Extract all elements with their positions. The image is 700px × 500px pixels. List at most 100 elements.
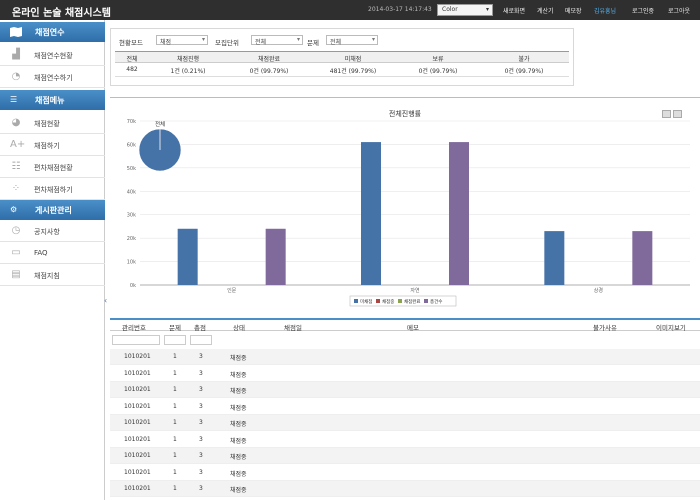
y-tick-label: 40k [127, 189, 136, 195]
table-cell: 1010201 [124, 402, 151, 410]
filter-id-input[interactable] [112, 335, 160, 345]
table-row[interactable]: 1010201 1 3 채점중 [110, 481, 700, 497]
filter-question-input[interactable] [164, 335, 186, 345]
scatter-icon: ⁘ [11, 183, 21, 194]
chevron-down-icon: ▾ [371, 36, 375, 43]
stats-header-cell: 보류 [432, 56, 444, 63]
col-header-image[interactable]: 이미지보기 [656, 322, 686, 332]
legend-label[interactable]: 총건수 [430, 298, 442, 305]
col-header-memo[interactable]: 메모 [407, 322, 419, 332]
sidebar-section-board[interactable]: ⚙ 게시판관리 [0, 200, 105, 220]
stats-header-cell: 전체 [126, 56, 138, 63]
col-header-date[interactable]: 채점일 [284, 322, 302, 332]
table-row[interactable]: 1010201 1 3 채점중 [110, 349, 700, 365]
sidebar-item-training-status[interactable]: ▟ 채점연수현황 [0, 44, 105, 66]
table-cell: 1 [173, 485, 177, 492]
bar-0-3[interactable] [265, 228, 286, 285]
y-tick-label: 70k [127, 119, 136, 125]
stats-header-cell: 불가 [518, 56, 530, 63]
y-tick-label: 10k [127, 260, 136, 266]
table-cell: 채점중 [230, 454, 247, 461]
table-cell: 1 [173, 468, 177, 476]
sidebar-item-guidelines[interactable]: ▤ 채점지침 [0, 264, 105, 286]
table-cell: 채점중 [230, 355, 247, 362]
print-icon[interactable] [662, 110, 671, 118]
collapse-sidebar-icon[interactable]: ‹ [104, 296, 107, 305]
mode-select[interactable]: 채점 ▾ [156, 35, 208, 46]
table-cell: 1010201 [124, 452, 151, 459]
table-cell: 채점중 [230, 404, 247, 412]
sidebar-item-do-deviation[interactable]: ⁘ 편차채점하기 [0, 178, 105, 200]
x-tick-label: 상경 [594, 287, 603, 294]
sidebar-item-notice[interactable]: ◷ 공지사항 [0, 220, 105, 242]
unit-select[interactable]: 전체 ▾ [251, 35, 303, 46]
sidebar-item-label: 편차채점현황 [34, 164, 73, 172]
chevron-down-icon: ▾ [296, 36, 300, 43]
color-select-value: Color [442, 6, 458, 13]
col-header-status[interactable]: 상태 [233, 322, 245, 332]
bar-0-0[interactable] [177, 228, 198, 285]
question-select[interactable]: 전체 ▾ [326, 35, 378, 46]
col-header-reason[interactable]: 불가사유 [593, 322, 617, 332]
x-tick-label: 자연 [410, 287, 420, 294]
mode-label: 현황모드 [119, 39, 143, 47]
table-cell: 1010201 [124, 386, 151, 393]
legend-label[interactable]: 채점완료 [404, 298, 421, 305]
sidebar-section-label: 채점연수 [35, 28, 65, 37]
sidebar-item-faq[interactable]: ▭ FAQ [0, 242, 105, 264]
legend-label[interactable]: 미채점 [360, 298, 372, 305]
logout-link[interactable]: 로그아웃 [668, 6, 690, 15]
legend-label[interactable]: 채점중 [382, 298, 394, 305]
table-row[interactable]: 1010201 1 3 채점중 [110, 448, 700, 464]
notepad-link[interactable]: 메모장 [565, 6, 582, 15]
col-header-score[interactable]: 총점 [194, 322, 206, 332]
table-cell: 3 [199, 353, 203, 360]
stats-unavailable: 0건 (99.79%) [504, 68, 544, 75]
top-bar: 온라인 논술 채점시스템 2014-03-17 14:17:43 Color ▾… [0, 0, 700, 20]
table-row[interactable]: 1010201 1 3 채점중 [110, 465, 700, 481]
bar-2-3[interactable] [632, 231, 653, 285]
table-cell: 채점중 [230, 371, 247, 379]
sidebar-item-label: 공지사항 [34, 228, 60, 236]
color-select[interactable]: Color ▾ [437, 4, 493, 16]
pie-label: 전체 [155, 120, 165, 128]
sidebar-item-label: 채점현황 [34, 120, 60, 128]
bar-1-3[interactable] [449, 142, 469, 285]
table-row[interactable]: 1010201 1 3 채점중 [110, 415, 700, 431]
sidebar-item-label: 채점연수현황 [34, 52, 73, 60]
sidebar-section-training[interactable]: 채점연수 [0, 22, 105, 42]
bar-1-0[interactable] [361, 142, 381, 285]
table-cell: 채점중 [230, 470, 247, 478]
table-cell: 1010201 [124, 468, 151, 476]
legend-swatch [424, 299, 428, 303]
col-header-id[interactable]: 관리번호 [122, 322, 146, 332]
sidebar-section-scoring[interactable]: ☰ 채점메뉴 [0, 90, 105, 110]
sidebar-item-do-scoring[interactable]: A+ 채점하기 [0, 134, 105, 156]
y-tick-label: 30k [127, 213, 136, 219]
table-cell: 3 [199, 386, 203, 393]
table-row[interactable]: 1010201 1 3 채점중 [110, 382, 700, 398]
table-cell: 1010201 [124, 419, 151, 426]
a-plus-icon: A+ [10, 139, 26, 150]
table-row[interactable]: 1010201 1 3 채점중 [110, 399, 700, 415]
sidebar-item-do-training[interactable]: ◔ 채점연수하기 [0, 66, 105, 88]
sidebar-item-deviation-status[interactable]: ☷ 편차채점현황 [0, 156, 105, 178]
bar-2-0[interactable] [544, 231, 565, 285]
sidebar-item-label: 채점연수하기 [34, 74, 73, 82]
calculator-link[interactable]: 계산기 [537, 6, 554, 15]
sidebar-item-label: 편차채점하기 [34, 186, 73, 194]
new-window-link[interactable]: 새로화면 [503, 6, 525, 15]
sidebar-item-scoring-status[interactable]: ◕ 채점현황 [0, 112, 105, 134]
table-cell: 3 [199, 402, 203, 410]
filter-score-input[interactable] [190, 335, 212, 345]
table-row[interactable]: 1010201 1 3 채점중 [110, 432, 700, 448]
table-cell: 1 [173, 452, 177, 459]
col-header-question[interactable]: 문제 [169, 322, 181, 332]
table-row[interactable]: 1010201 1 3 채점중 [110, 366, 700, 382]
table-cell: 1 [173, 369, 177, 377]
download-icon[interactable] [673, 110, 682, 118]
table-cell: 채점중 [230, 487, 247, 494]
table-cell: 1 [173, 353, 177, 360]
table-cell: 1 [173, 386, 177, 393]
stats-header-cell: 채점완료 [257, 56, 281, 63]
